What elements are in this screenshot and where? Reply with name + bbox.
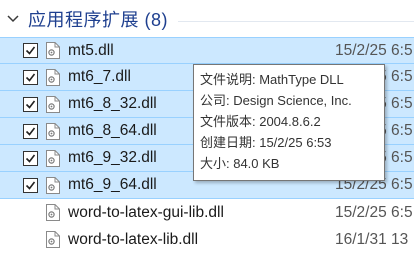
checkmark-icon [25, 181, 36, 190]
file-info-tooltip: 文件说明: MathType DLL 公司: Design Science, I… [193, 64, 385, 181]
file-name: mt6_9_32.dll [68, 149, 157, 166]
row-checkbox[interactable] [23, 96, 38, 112]
file-row[interactable]: word-to-latex-lib.dll 16/1/31 13 [0, 226, 414, 253]
checkmark-icon [25, 73, 36, 82]
dll-file-icon [46, 204, 60, 221]
row-checkbox[interactable] [23, 123, 38, 139]
file-name: word-to-latex-gui-lib.dll [68, 203, 224, 221]
dll-file-icon [46, 42, 60, 59]
chevron-down-icon[interactable] [6, 12, 20, 26]
row-checkbox[interactable] [23, 43, 38, 58]
file-name: mt6_7.dll [68, 68, 131, 85]
row-checkbox[interactable] [23, 177, 38, 193]
tooltip-created: 创建日期: 15/2/25 6:53 [200, 135, 332, 150]
dll-file-icon [46, 95, 60, 113]
row-checkbox[interactable] [23, 69, 38, 85]
file-name: mt5.dll [68, 41, 114, 59]
tooltip-company: 公司: Design Science, Inc. [200, 93, 352, 108]
group-divider [178, 20, 414, 22]
group-title: 应用程序扩展 (8) [28, 10, 168, 30]
row-checkbox[interactable] [23, 150, 38, 166]
dll-file-icon [46, 68, 60, 86]
file-date: 15/2/25 6:5 [335, 203, 413, 221]
file-name: mt6_9_64.dll [68, 176, 157, 193]
checkmark-icon [25, 100, 36, 109]
tooltip-version: 文件版本: 2004.8.6.2 [200, 114, 321, 129]
file-row[interactable]: mt5.dll 15/2/25 6:5 [0, 37, 414, 64]
checkmark-icon [25, 127, 36, 136]
checkmark-icon [25, 46, 36, 55]
file-date: 16/1/31 13 [335, 230, 409, 248]
file-date: 15/2/25 6:5 [335, 41, 413, 59]
group-header[interactable]: 应用程序扩展 (8) [0, 0, 414, 38]
tooltip-size: 大小: 84.0 KB [200, 156, 280, 171]
dll-file-icon [46, 122, 60, 140]
dll-file-icon [46, 149, 60, 167]
tooltip-description: 文件说明: MathType DLL [200, 72, 344, 87]
dll-file-icon [46, 176, 60, 194]
checkmark-icon [25, 154, 36, 163]
file-name: mt6_8_32.dll [68, 95, 157, 112]
file-name: word-to-latex-lib.dll [68, 230, 199, 248]
file-row[interactable]: word-to-latex-gui-lib.dll 15/2/25 6:5 [0, 199, 414, 226]
file-name: mt6_8_64.dll [68, 122, 157, 139]
dll-file-icon [46, 231, 60, 248]
